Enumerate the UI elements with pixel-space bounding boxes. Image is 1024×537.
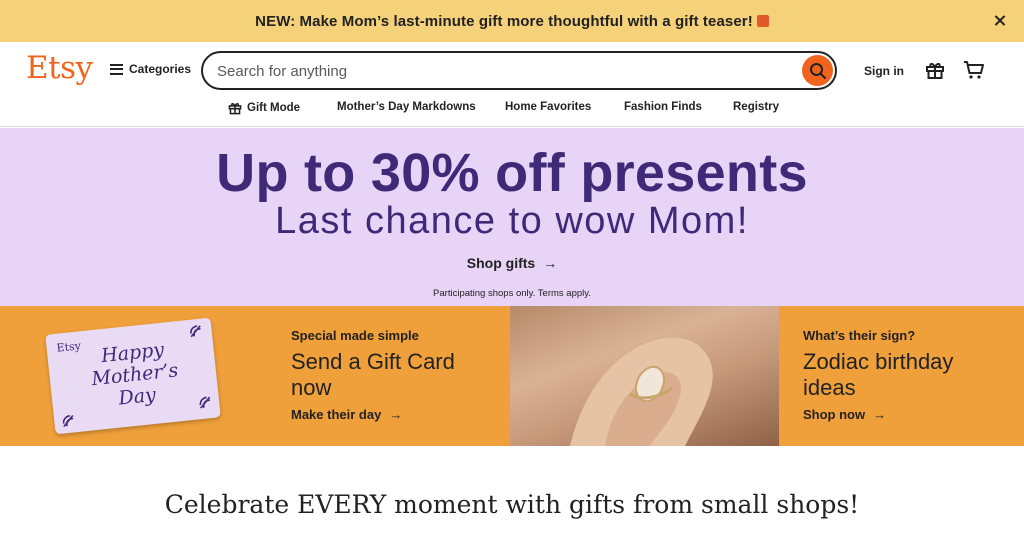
arrow-right-icon: → bbox=[389, 407, 403, 422]
nav-item-label: Home Favorites bbox=[505, 101, 592, 113]
section-heading: Celebrate EVERY moment with gifts from s… bbox=[164, 490, 860, 519]
search-button[interactable] bbox=[802, 55, 833, 86]
gift-card-title: Send a Gift Card now bbox=[291, 349, 455, 400]
sign-in-link[interactable]: Sign in bbox=[864, 64, 904, 78]
banner-text[interactable]: NEW: Make Mom’s last-minute gift more th… bbox=[255, 13, 769, 30]
shop-gifts-link[interactable]: Shop gifts → bbox=[0, 255, 1024, 271]
banner-message: NEW: Make Mom’s last-minute gift more th… bbox=[255, 12, 753, 30]
make-their-day-label: Make their day bbox=[291, 407, 382, 422]
nav-item-label: Gift Mode bbox=[247, 102, 301, 114]
nav-item-registry[interactable]: Registry bbox=[733, 101, 779, 113]
gift-card-script: Happy Mother’s Day bbox=[90, 338, 180, 410]
shop-gifts-label: Shop gifts bbox=[466, 255, 536, 271]
nav-item-mothers-day-markdowns[interactable]: Mother’s Day Markdowns bbox=[337, 101, 476, 113]
nav-item-home-favorites[interactable]: Home Favorites bbox=[505, 101, 591, 113]
gift-icon bbox=[228, 103, 242, 115]
zodiac-shop-now-label: Shop now bbox=[803, 407, 866, 422]
gift-mode-button[interactable] bbox=[925, 60, 945, 85]
hero-headline: Up to 30% off presents bbox=[216, 143, 808, 203]
nav-item-label: Fashion Finds bbox=[624, 101, 702, 113]
fine-print: Participating shops only. Terms apply. bbox=[433, 288, 591, 299]
cart-button[interactable] bbox=[963, 60, 985, 85]
nav-item-gift-mode[interactable]: Gift Mode bbox=[228, 101, 300, 115]
etsy-logo[interactable]: Etsy bbox=[26, 50, 93, 86]
promo-strip: Etsy Happy Mother’s Day Special made sim… bbox=[0, 306, 1024, 446]
category-nav: Gift Mode Mother’s Day Markdowns Home Fa… bbox=[0, 98, 1024, 127]
hero-banner: Up to 30% off presents Last chance to wo… bbox=[0, 128, 1024, 306]
search-icon bbox=[809, 62, 826, 79]
make-their-day-link[interactable]: Make their day → bbox=[291, 407, 402, 422]
hero-subheadline: Last chance to wow Mom! bbox=[275, 200, 749, 242]
zodiac-title: Zodiac birthday ideas bbox=[803, 349, 954, 400]
gift-card-image[interactable]: Etsy Happy Mother’s Day bbox=[45, 317, 221, 435]
hand-with-ring-image bbox=[570, 337, 713, 446]
gift-card-eyebrow: Special made simple bbox=[291, 328, 419, 343]
announcement-banner: NEW: Make Mom’s last-minute gift more th… bbox=[0, 0, 1024, 42]
nav-item-label: Mother’s Day Markdowns bbox=[337, 101, 476, 113]
nav-item-label: Registry bbox=[733, 101, 780, 113]
leaf-icon bbox=[190, 325, 201, 338]
arrow-right-icon: → bbox=[543, 255, 558, 271]
gift-emoji-icon bbox=[756, 14, 769, 27]
menu-icon bbox=[110, 63, 123, 75]
site-header: Etsy Categories Sign in bbox=[0, 42, 1024, 98]
gift-icon bbox=[926, 63, 944, 79]
leaf-icon bbox=[62, 415, 74, 428]
zodiac-eyebrow: What’s their sign? bbox=[803, 328, 916, 343]
categories-button[interactable]: Categories bbox=[110, 62, 191, 76]
search-bar bbox=[201, 51, 837, 90]
arrow-right-icon: → bbox=[873, 407, 887, 422]
search-input[interactable] bbox=[217, 60, 787, 82]
categories-label: Categories bbox=[129, 62, 192, 76]
cart-icon bbox=[964, 61, 984, 79]
leaf-icon bbox=[199, 396, 211, 409]
ring-hand-photo[interactable] bbox=[510, 306, 779, 446]
zodiac-shop-now-link[interactable]: Shop now → bbox=[803, 407, 886, 422]
close-icon[interactable] bbox=[990, 11, 1010, 31]
nav-item-fashion-finds[interactable]: Fashion Finds bbox=[624, 101, 702, 113]
